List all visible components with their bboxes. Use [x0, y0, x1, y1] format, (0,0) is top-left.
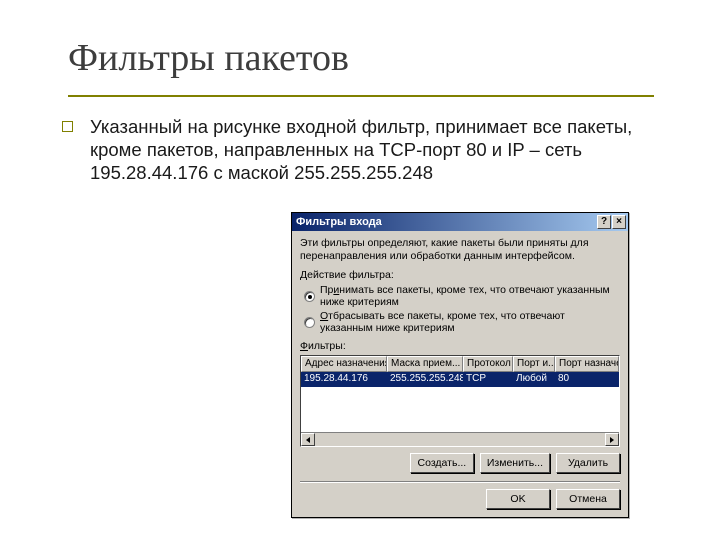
scroll-right-button[interactable]: [605, 433, 619, 446]
close-button[interactable]: ×: [612, 215, 626, 229]
column-protocol[interactable]: Протокол: [463, 356, 513, 372]
bullet-item: Указанный на рисунке входной фильтр, при…: [62, 115, 662, 184]
dialog-buttons-row: OK Отмена: [300, 489, 620, 509]
radio-drop[interactable]: Отбрасывать все пакеты, кроме тех, что о…: [304, 310, 620, 334]
edit-button[interactable]: Изменить...: [480, 453, 550, 473]
slide-title: Фильтры пакетов: [68, 36, 349, 80]
chevron-right-icon: [610, 437, 614, 443]
delete-button[interactable]: Удалить: [556, 453, 620, 473]
column-mask[interactable]: Маска прием...: [387, 356, 463, 372]
filters-list-label: Фильтры:: [300, 340, 620, 352]
filter-action-label: Действие фильтра:: [300, 269, 620, 281]
list-buttons-row: Создать... Изменить... Удалить: [300, 453, 620, 473]
horizontal-scrollbar[interactable]: [301, 432, 619, 446]
column-dest-addr[interactable]: Адрес назначения: [301, 356, 387, 372]
cell-dst-port: 80: [555, 372, 619, 387]
ok-button[interactable]: OK: [486, 489, 550, 509]
filters-dialog: Фильтры входа ? × Эти фильтры определяют…: [291, 212, 629, 518]
chevron-left-icon: [306, 437, 310, 443]
square-bullet-icon: [62, 121, 76, 135]
radio-accept[interactable]: Принимать все пакеты, кроме тех, что отв…: [304, 284, 620, 308]
dialog-titlebar[interactable]: Фильтры входа ? ×: [292, 213, 628, 231]
column-dst-port[interactable]: Порт назначения или: [555, 356, 619, 372]
title-underline: [68, 95, 654, 97]
table-row[interactable]: 195.28.44.176 255.255.255.248 TCP Любой …: [301, 372, 619, 387]
cancel-button[interactable]: Отмена: [556, 489, 620, 509]
dialog-instruction: Эти фильтры определяют, какие пакеты был…: [300, 237, 620, 263]
radio-icon: [304, 317, 315, 328]
radio-icon: [304, 291, 315, 302]
listview-header[interactable]: Адрес назначения Маска прием... Протокол…: [301, 356, 619, 372]
slide-body: Указанный на рисунке входной фильтр, при…: [62, 115, 662, 184]
dialog-title: Фильтры входа: [296, 216, 382, 228]
radio-accept-label: Принимать все пакеты, кроме тех, что отв…: [320, 284, 620, 308]
column-src-port[interactable]: Порт и...: [513, 356, 555, 372]
dialog-body: Эти фильтры определяют, какие пакеты был…: [292, 231, 628, 517]
cell-mask: 255.255.255.248: [387, 372, 463, 387]
cell-src-port: Любой: [513, 372, 555, 387]
separator: [300, 481, 620, 483]
help-button[interactable]: ?: [597, 215, 611, 229]
radio-drop-label: Отбрасывать все пакеты, кроме тех, что о…: [320, 310, 620, 334]
cell-addr: 195.28.44.176: [301, 372, 387, 387]
cell-proto: TCP: [463, 372, 513, 387]
scroll-left-button[interactable]: [301, 433, 315, 446]
create-button[interactable]: Создать...: [410, 453, 474, 473]
filters-listview[interactable]: Адрес назначения Маска прием... Протокол…: [300, 355, 620, 447]
bullet-text: Указанный на рисунке входной фильтр, при…: [90, 115, 662, 184]
